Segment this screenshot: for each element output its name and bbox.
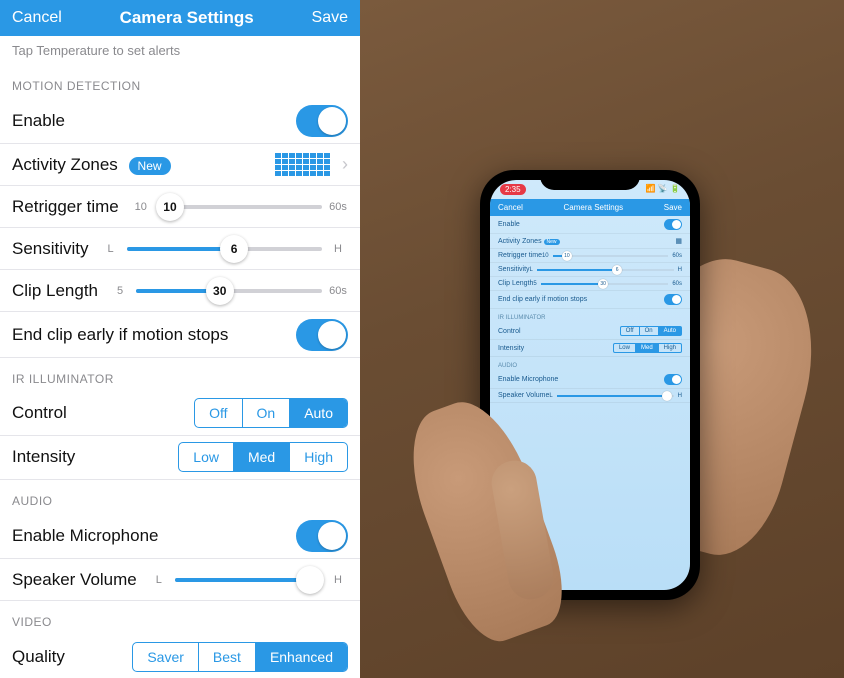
settings-panel: Cancel Camera Settings Save Tap Temperat… bbox=[0, 0, 360, 678]
mic-toggle[interactable] bbox=[296, 520, 348, 552]
retrigger-max: 60s bbox=[328, 201, 348, 213]
retrigger-label: Retrigger time bbox=[12, 197, 119, 217]
ir-control-auto[interactable]: Auto bbox=[290, 399, 347, 427]
row-quality: Quality Saver Best Enhanced bbox=[0, 635, 360, 678]
row-retrigger-time: Retrigger time 10 10 60s bbox=[0, 186, 360, 228]
phone-notch bbox=[540, 170, 640, 190]
speaker-max: H bbox=[328, 574, 348, 586]
retrigger-min: 10 bbox=[131, 201, 151, 213]
retrigger-thumb[interactable]: 10 bbox=[156, 193, 184, 221]
row-enable: Enable bbox=[0, 99, 360, 145]
header-bar: Cancel Camera Settings Save bbox=[0, 0, 360, 36]
mini-cancel: Cancel bbox=[498, 203, 523, 212]
clip-min: 5 bbox=[110, 285, 130, 297]
recording-pill: 2:35 bbox=[500, 184, 526, 195]
ir-control-on[interactable]: On bbox=[243, 399, 291, 427]
clip-length-thumb[interactable]: 30 bbox=[206, 277, 234, 305]
cancel-button[interactable]: Cancel bbox=[12, 9, 62, 27]
enable-label: Enable bbox=[12, 111, 65, 131]
mic-label: Enable Microphone bbox=[12, 526, 158, 546]
photo-phone-in-hands: 2:35 📶 📡 🔋 Cancel Camera Settings Save E… bbox=[360, 0, 844, 678]
ir-intensity-high[interactable]: High bbox=[290, 443, 347, 471]
row-enable-microphone: Enable Microphone bbox=[0, 514, 360, 560]
save-button[interactable]: Save bbox=[312, 9, 348, 27]
sensitivity-max: H bbox=[328, 243, 348, 255]
speaker-min: L bbox=[149, 574, 169, 586]
clip-max: 60s bbox=[328, 285, 348, 297]
row-clip-length: Clip Length 5 30 60s bbox=[0, 270, 360, 312]
quality-enhanced[interactable]: Enhanced bbox=[256, 643, 347, 671]
quality-best[interactable]: Best bbox=[199, 643, 256, 671]
quality-segmented[interactable]: Saver Best Enhanced bbox=[132, 642, 348, 672]
chevron-right-icon: › bbox=[342, 154, 348, 175]
sensitivity-thumb[interactable]: 6 bbox=[220, 235, 248, 263]
speaker-slider[interactable] bbox=[175, 578, 322, 582]
section-ir-illuminator: IR ILLUMINATOR bbox=[0, 358, 360, 392]
clip-length-slider[interactable]: 30 bbox=[136, 289, 322, 293]
page-title: Camera Settings bbox=[120, 8, 254, 28]
sensitivity-min: L bbox=[101, 243, 121, 255]
enable-toggle[interactable] bbox=[296, 105, 348, 137]
end-clip-toggle[interactable] bbox=[296, 319, 348, 351]
hint-text: Tap Temperature to set alerts bbox=[0, 36, 360, 65]
mini-title: Camera Settings bbox=[564, 203, 624, 212]
row-sensitivity: Sensitivity L 6 H bbox=[0, 228, 360, 270]
retrigger-slider[interactable]: 10 bbox=[157, 205, 322, 209]
speaker-label: Speaker Volume bbox=[12, 570, 137, 590]
section-audio: AUDIO bbox=[0, 480, 360, 514]
mini-save: Save bbox=[664, 203, 682, 212]
ir-intensity-low[interactable]: Low bbox=[179, 443, 234, 471]
ir-control-label: Control bbox=[12, 403, 67, 423]
row-ir-control: Control Off On Auto bbox=[0, 392, 360, 436]
ir-control-segmented[interactable]: Off On Auto bbox=[194, 398, 348, 428]
row-end-clip-early: End clip early if motion stops bbox=[0, 312, 360, 358]
clip-length-label: Clip Length bbox=[12, 281, 98, 301]
quality-saver[interactable]: Saver bbox=[133, 643, 199, 671]
ir-intensity-med[interactable]: Med bbox=[234, 443, 290, 471]
activity-zones-label: Activity Zones New bbox=[12, 155, 171, 175]
row-ir-intensity: Intensity Low Med High bbox=[0, 436, 360, 480]
ir-intensity-segmented[interactable]: Low Med High bbox=[178, 442, 348, 472]
status-icons: 📶 📡 🔋 bbox=[646, 184, 680, 195]
row-speaker-volume: Speaker Volume L H bbox=[0, 559, 360, 601]
section-motion-detection: MOTION DETECTION bbox=[0, 65, 360, 99]
zone-grid-icon bbox=[275, 153, 330, 176]
sensitivity-label: Sensitivity bbox=[12, 239, 89, 259]
row-activity-zones[interactable]: Activity Zones New › bbox=[0, 144, 360, 186]
speaker-thumb[interactable] bbox=[296, 566, 324, 594]
section-video: VIDEO bbox=[0, 601, 360, 635]
ir-intensity-label: Intensity bbox=[12, 447, 75, 467]
new-badge: New bbox=[129, 157, 171, 175]
quality-label: Quality bbox=[12, 647, 65, 667]
sensitivity-slider[interactable]: 6 bbox=[127, 247, 322, 251]
end-clip-label: End clip early if motion stops bbox=[12, 325, 228, 345]
ir-control-off[interactable]: Off bbox=[195, 399, 242, 427]
